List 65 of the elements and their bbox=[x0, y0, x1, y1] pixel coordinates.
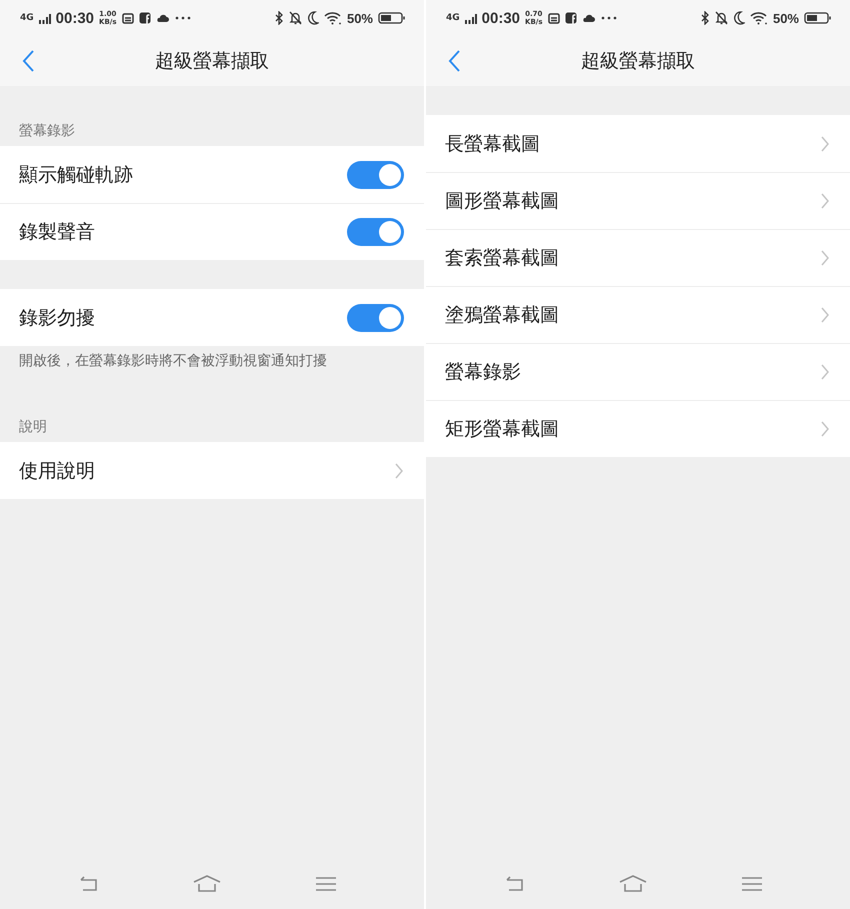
chevron-right-icon bbox=[820, 363, 830, 381]
row-label: 套索螢幕截圖 bbox=[445, 246, 559, 271]
row-label: 長螢幕截圖 bbox=[445, 132, 540, 156]
page-title: 超級螢幕擷取 bbox=[581, 49, 695, 74]
menu-icon[interactable] bbox=[315, 875, 338, 893]
chevron-right-icon bbox=[820, 192, 830, 210]
mute-bell-icon bbox=[714, 11, 728, 25]
network-label: 4G bbox=[20, 14, 34, 22]
toggle-switch[interactable] bbox=[347, 218, 404, 246]
chevron-right-icon bbox=[394, 462, 404, 480]
status-time: 00:30 bbox=[482, 10, 520, 26]
settings-row[interactable]: 錄影勿擾 bbox=[0, 289, 424, 346]
row-label: 圖形螢幕截圖 bbox=[445, 189, 559, 214]
toggle-switch[interactable] bbox=[347, 160, 404, 188]
page-title: 超級螢幕擷取 bbox=[155, 49, 269, 74]
menu-icon[interactable] bbox=[741, 875, 764, 893]
chevron-right-icon bbox=[820, 249, 830, 267]
signal-icon bbox=[38, 12, 51, 24]
row-label: 顯示觸碰軌跡 bbox=[19, 162, 133, 188]
chevron-right-icon bbox=[820, 306, 830, 324]
battery-percent: 50% bbox=[772, 10, 799, 26]
home-icon[interactable] bbox=[192, 874, 222, 894]
app-icon bbox=[564, 12, 577, 24]
row-label: 錄影勿擾 bbox=[19, 306, 95, 330]
calendar-icon bbox=[122, 12, 134, 24]
moon-icon bbox=[306, 11, 319, 25]
more-icon bbox=[600, 15, 618, 21]
section-label: 說明 bbox=[18, 418, 48, 437]
status-time: 00:30 bbox=[56, 10, 94, 26]
chevron-right-icon bbox=[820, 420, 830, 438]
row-label: 塗鴉螢幕截圖 bbox=[445, 303, 559, 328]
settings-row[interactable]: 圖形螢幕截圖 bbox=[426, 172, 850, 229]
row-label: 錄製聲音 bbox=[19, 220, 95, 245]
toggle-switch[interactable] bbox=[347, 304, 404, 332]
row-label: 螢幕錄影 bbox=[445, 360, 521, 385]
cloud-icon bbox=[156, 13, 169, 23]
settings-row[interactable]: 顯示觸碰軌跡 bbox=[0, 146, 424, 203]
row-label: 使用說明 bbox=[19, 458, 95, 484]
hint-text: 開啟後，在螢幕錄影時將不會被浮動視窗通知打擾 bbox=[18, 352, 328, 371]
settings-row[interactable]: 螢幕錄影 bbox=[426, 343, 850, 400]
battery-percent: 50% bbox=[346, 10, 373, 26]
signal-icon bbox=[464, 12, 477, 24]
bluetooth-icon bbox=[274, 11, 284, 25]
settings-row[interactable]: 塗鴉螢幕截圖 bbox=[426, 286, 850, 343]
chevron-right-icon bbox=[820, 134, 830, 152]
mute-bell-icon bbox=[288, 11, 302, 25]
bluetooth-icon bbox=[700, 11, 710, 25]
settings-row[interactable]: 錄製聲音 bbox=[0, 203, 424, 260]
wifi-icon bbox=[324, 11, 342, 25]
settings-row[interactable]: 矩形螢幕截圖 bbox=[426, 400, 850, 457]
row-label: 矩形螢幕截圖 bbox=[445, 417, 559, 442]
app-icon bbox=[138, 12, 151, 24]
wifi-icon bbox=[750, 11, 768, 25]
more-icon bbox=[174, 15, 192, 21]
settings-row[interactable]: 使用說明 bbox=[0, 442, 424, 499]
home-icon[interactable] bbox=[618, 874, 648, 894]
network-label: 4G bbox=[446, 14, 460, 22]
moon-icon bbox=[732, 11, 745, 25]
settings-row[interactable]: 長螢幕截圖 bbox=[426, 115, 850, 172]
cloud-icon bbox=[582, 13, 595, 23]
section-label: 螢幕錄影 bbox=[18, 122, 76, 141]
settings-row[interactable]: 套索螢幕截圖 bbox=[426, 229, 850, 286]
battery-icon bbox=[378, 11, 406, 25]
battery-icon bbox=[804, 11, 832, 25]
calendar-icon bbox=[548, 12, 560, 24]
